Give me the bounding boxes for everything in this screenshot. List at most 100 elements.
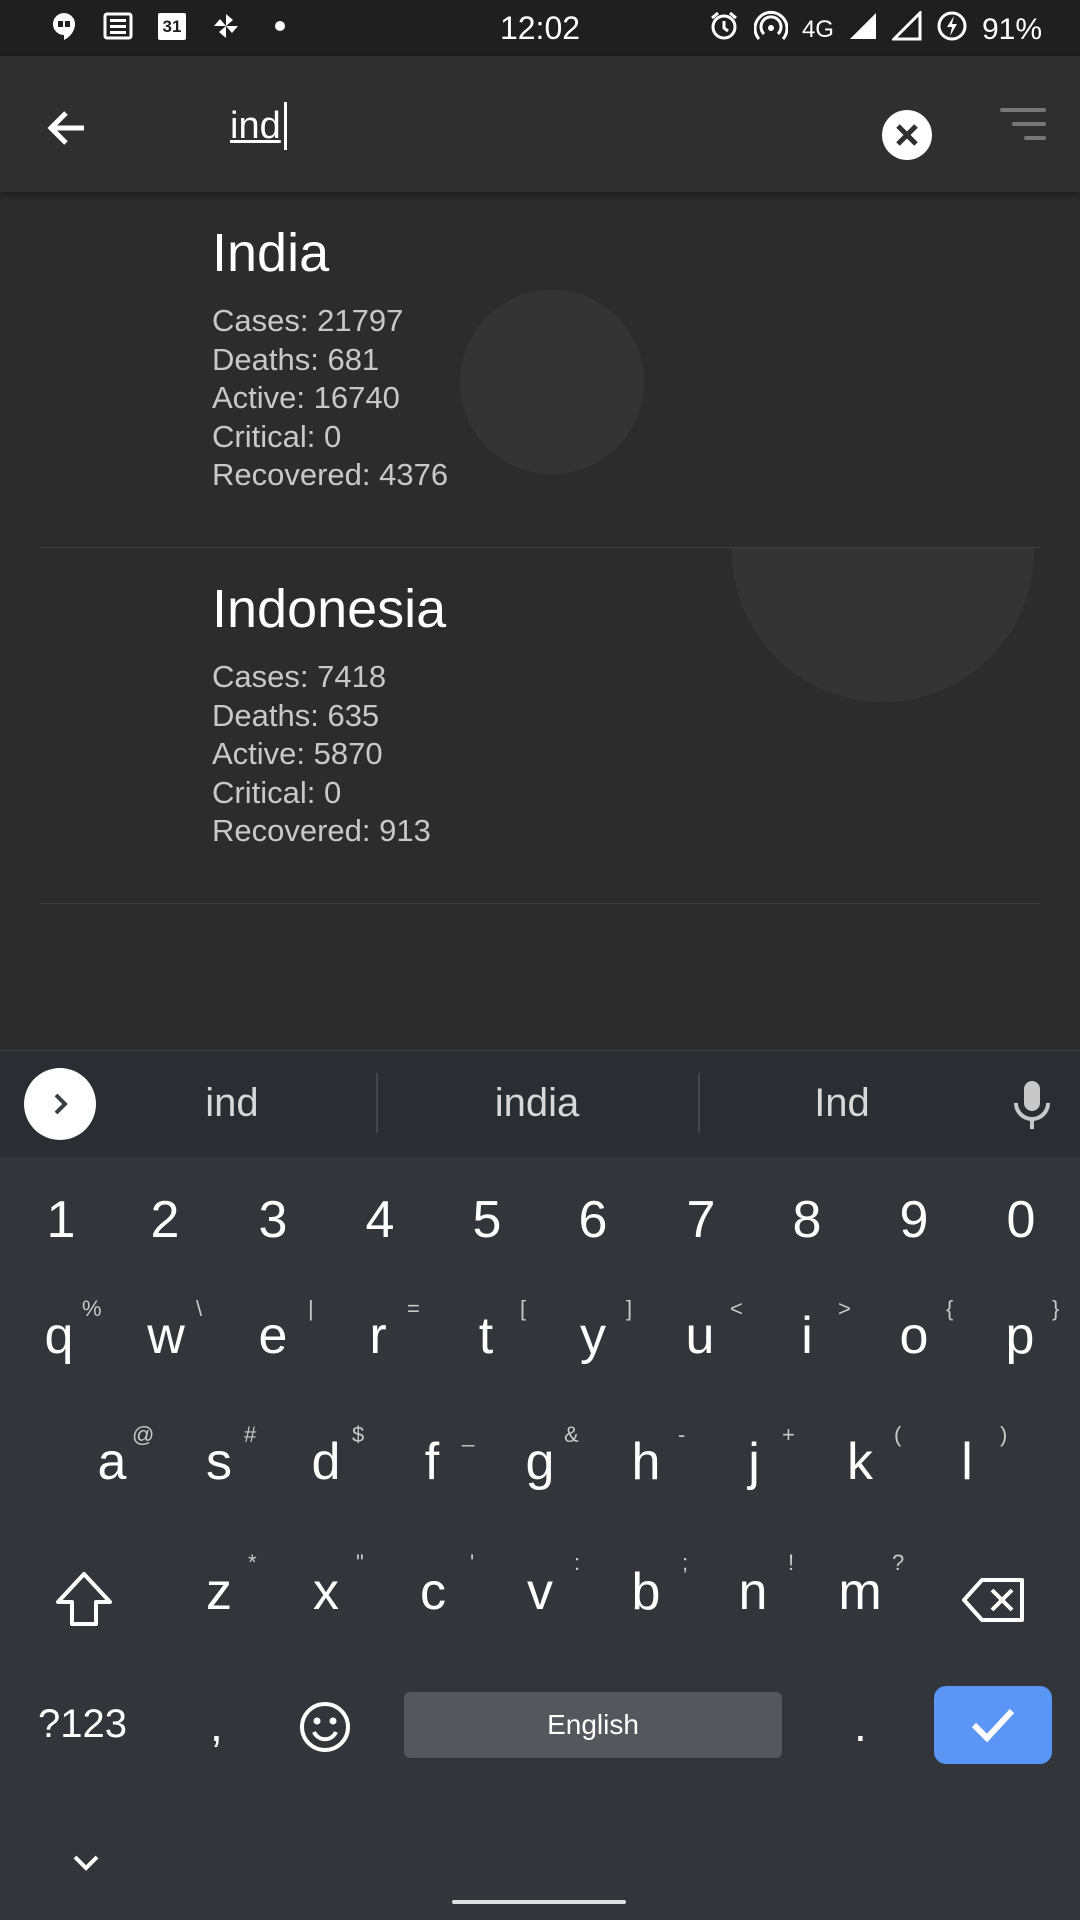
alt-char: [ [520, 1296, 527, 1321]
active-text: Active: 16740 [212, 380, 400, 415]
comma-key[interactable]: , [210, 1698, 223, 1752]
country-stats: Cases: 21797 Deaths: 681 Active: 16740 C… [212, 302, 448, 495]
alt-char: = [407, 1296, 420, 1321]
suggestion-2[interactable]: india [437, 1081, 637, 1126]
arrow-left-icon [47, 111, 84, 145]
hotspot-icon [753, 10, 789, 50]
text-caret [284, 102, 287, 150]
alt-char: % [82, 1296, 102, 1321]
cases-text: Cases: 21797 [212, 303, 404, 338]
active-text: Active: 5870 [212, 736, 383, 771]
sort-button[interactable] [996, 108, 1046, 148]
backspace-icon [962, 1578, 1024, 1622]
key-t[interactable]: t [441, 1306, 531, 1366]
sort-icon [1000, 108, 1046, 112]
key-e[interactable]: e [228, 1306, 318, 1366]
alt-char: ! [788, 1550, 795, 1575]
key-b[interactable]: b [601, 1562, 691, 1622]
key-v[interactable]: v [495, 1562, 585, 1622]
decorative-circle [732, 548, 1034, 702]
shift-key[interactable] [52, 1570, 116, 1633]
voice-input-button[interactable] [1010, 1079, 1054, 1136]
alt-char: { [946, 1296, 954, 1321]
search-input[interactable] [230, 96, 830, 156]
alt-char: ; [682, 1550, 689, 1575]
alt-char: ) [1000, 1422, 1008, 1447]
recovered-text: Recovered: 913 [212, 813, 431, 848]
suggestion-divider [698, 1073, 700, 1133]
key-9[interactable]: 9 [869, 1190, 959, 1250]
key-n[interactable]: n [708, 1562, 798, 1622]
key-6[interactable]: 6 [548, 1190, 638, 1250]
key-2[interactable]: 2 [120, 1190, 210, 1250]
key-y[interactable]: y [548, 1306, 638, 1366]
alt-char: < [730, 1296, 743, 1321]
key-5[interactable]: 5 [442, 1190, 532, 1250]
checkmark-icon [971, 1708, 1015, 1743]
back-button[interactable] [30, 92, 102, 164]
system-icons: 4G 91% [708, 9, 1042, 50]
key-l[interactable]: l [922, 1432, 1012, 1492]
network-type: 4G [801, 16, 834, 43]
alarm-icon [708, 10, 740, 50]
emoji-key[interactable] [298, 1700, 352, 1759]
signal-icon-2 [890, 9, 922, 49]
hide-keyboard-button[interactable] [70, 1850, 102, 1879]
clear-search-button[interactable] [882, 110, 932, 160]
key-7[interactable]: 7 [656, 1190, 746, 1250]
results-list: India Cases: 21797 Deaths: 681 Active: 1… [0, 192, 1080, 904]
alt-char: - [678, 1422, 686, 1447]
suggestion-strip: ind india Ind [0, 1050, 1080, 1157]
soft-keyboard: ind india Ind 1 2 3 4 5 6 7 8 9 0 q w e … [0, 1050, 1080, 1920]
mic-icon [1014, 1081, 1050, 1129]
alt-char: ? [892, 1550, 905, 1575]
alt-char: : [574, 1550, 581, 1575]
key-1[interactable]: 1 [16, 1190, 106, 1250]
alt-char: # [244, 1422, 257, 1447]
expand-suggestions-button[interactable] [24, 1068, 96, 1140]
decorative-circle [460, 290, 644, 474]
alt-char: & [564, 1422, 579, 1447]
spacebar[interactable]: English [404, 1692, 782, 1758]
cases-text: Cases: 7418 [212, 659, 387, 694]
alt-char: * [248, 1550, 257, 1575]
country-name: Indonesia [212, 579, 447, 639]
emoji-icon [300, 1702, 350, 1752]
alt-char: ' [470, 1550, 475, 1575]
battery-level: 91% [981, 13, 1042, 46]
key-0[interactable]: 0 [976, 1190, 1066, 1250]
alt-char: ( [894, 1422, 902, 1447]
alt-char: \ [196, 1296, 203, 1321]
alt-char: + [782, 1422, 795, 1447]
critical-text: Critical: 0 [212, 774, 342, 810]
deaths-text: Deaths: 635 [212, 697, 380, 733]
alt-char: @ [132, 1422, 155, 1447]
key-8[interactable]: 8 [762, 1190, 852, 1250]
alt-char: > [838, 1296, 851, 1321]
done-key[interactable] [934, 1686, 1052, 1764]
symbols-key[interactable]: ?123 [38, 1702, 127, 1747]
key-4[interactable]: 4 [335, 1190, 425, 1250]
key-3[interactable]: 3 [228, 1190, 318, 1250]
result-card[interactable]: Indonesia Cases: 7418 Deaths: 635 Active… [40, 548, 1040, 904]
country-stats: Cases: 7418 Deaths: 635 Active: 5870 Cri… [212, 658, 431, 851]
home-indicator[interactable] [452, 1900, 626, 1904]
key-c[interactable]: c [388, 1562, 478, 1622]
chevron-right-icon [54, 1093, 68, 1115]
alt-char: $ [352, 1422, 365, 1447]
suggestion-3[interactable]: Ind [742, 1081, 942, 1126]
shift-icon [56, 1572, 112, 1626]
alt-char: _ [462, 1422, 475, 1447]
backspace-key[interactable] [962, 1576, 1026, 1629]
recovered-text: Recovered: 4376 [212, 457, 449, 492]
alt-char: ] [626, 1296, 633, 1321]
deaths-text: Deaths: 681 [212, 341, 380, 377]
suggestion-1[interactable]: ind [132, 1081, 332, 1126]
chevron-down-icon [73, 1855, 99, 1871]
critical-text: Critical: 0 [212, 418, 342, 454]
period-key[interactable]: . [854, 1698, 867, 1752]
alt-char: | [308, 1296, 314, 1321]
key-k[interactable]: k [815, 1432, 905, 1492]
search-toolbar [0, 56, 1080, 192]
result-card[interactable]: India Cases: 21797 Deaths: 681 Active: 1… [40, 192, 1040, 548]
